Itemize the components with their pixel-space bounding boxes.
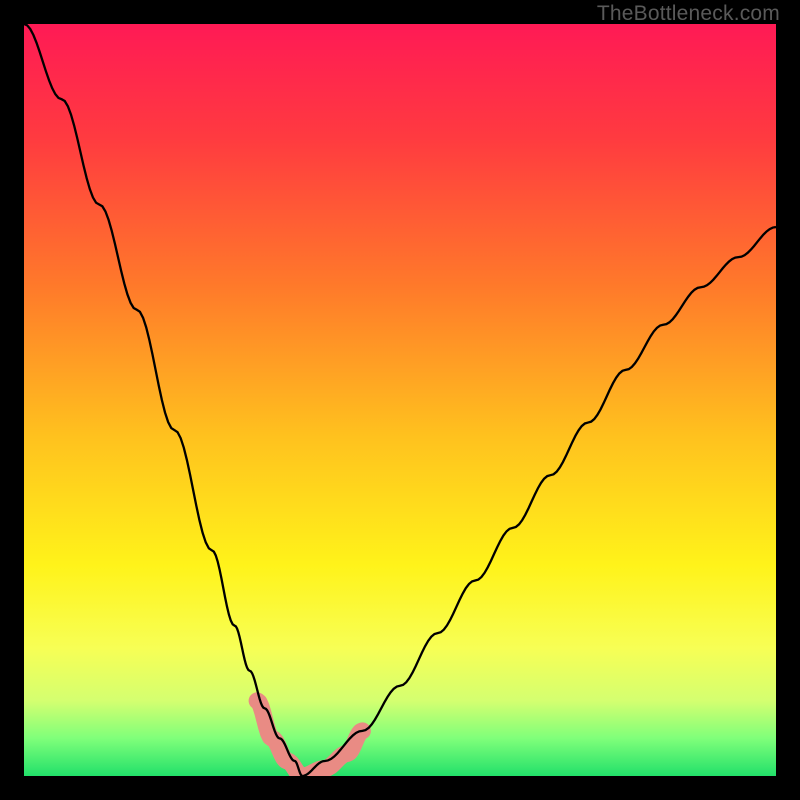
dip-markers: [257, 701, 362, 776]
curve-right: [302, 227, 776, 776]
bottleneck-curve: [24, 24, 776, 776]
chart-frame: [24, 24, 776, 776]
curve-left: [24, 24, 302, 776]
watermark: TheBottleneck.com: [597, 2, 780, 26]
